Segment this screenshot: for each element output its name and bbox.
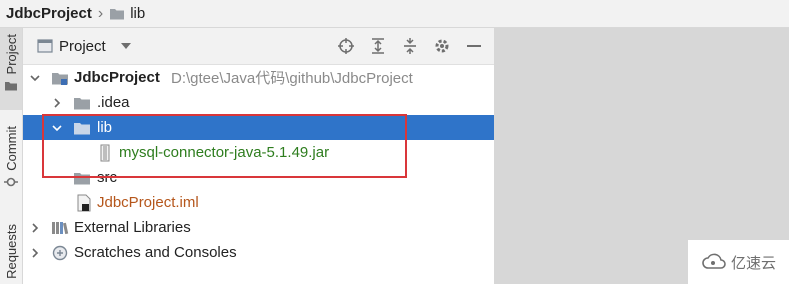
commit-icon bbox=[4, 177, 18, 187]
watermark-text: 亿速云 bbox=[730, 254, 776, 272]
project-view-selector[interactable]: Project bbox=[37, 38, 132, 55]
breadcrumb-project-label: JdbcProject bbox=[6, 5, 92, 22]
tree-iml-label: JdbcProject.iml bbox=[97, 194, 199, 211]
tree-row-scratches[interactable]: Scratches and Consoles bbox=[23, 240, 494, 265]
breadcrumb-separator: › bbox=[97, 4, 104, 22]
tool-window-bar: Project Commit Requests bbox=[0, 28, 23, 284]
tab-project[interactable]: Project bbox=[0, 28, 22, 110]
tree-row-external-libraries[interactable]: External Libraries bbox=[23, 215, 494, 240]
folder-icon bbox=[110, 8, 125, 19]
folder-icon bbox=[5, 82, 17, 91]
project-view-label: Project bbox=[59, 37, 106, 55]
cloud-logo-icon bbox=[702, 253, 726, 269]
project-view-icon bbox=[37, 39, 53, 53]
project-panel: Project JdbcProject D:\gtee\Java代码\githu… bbox=[23, 28, 494, 284]
breadcrumb-project[interactable]: JdbcProject bbox=[6, 5, 92, 22]
folder-icon bbox=[73, 170, 91, 186]
tree-row-root[interactable]: JdbcProject D:\gtee\Java代码\github\JdbcPr… bbox=[23, 65, 494, 90]
collapse-all-icon[interactable] bbox=[400, 36, 420, 56]
tree-external-libraries-label: External Libraries bbox=[74, 219, 191, 236]
library-icon bbox=[51, 220, 69, 236]
chevron-down-icon bbox=[120, 43, 131, 49]
tab-requests-label: Requests bbox=[3, 224, 19, 279]
folder-icon bbox=[73, 95, 91, 111]
tree-row-jar[interactable]: mysql-connector-java-5.1.49.jar bbox=[23, 140, 494, 165]
tree-root-path: D:\gtee\Java代码\github\JdbcProject bbox=[171, 70, 413, 87]
chevron-right-icon[interactable] bbox=[29, 222, 41, 234]
tree-lib-label: lib bbox=[97, 119, 113, 136]
project-toolbar: Project bbox=[23, 28, 494, 65]
iml-file-icon bbox=[77, 194, 91, 211]
tree-scratches-label: Scratches and Consoles bbox=[74, 244, 237, 261]
watermark-logo: 亿速云 bbox=[688, 240, 789, 284]
crosshair-icon[interactable] bbox=[336, 36, 356, 56]
jar-icon bbox=[99, 144, 111, 161]
tree-jar-label: mysql-connector-java-5.1.49.jar bbox=[119, 144, 330, 161]
breadcrumb-folder-label: lib bbox=[130, 5, 146, 22]
tree-root-name: JdbcProject bbox=[74, 69, 160, 86]
tree-row-idea[interactable]: .idea bbox=[23, 90, 494, 115]
folder-icon bbox=[73, 120, 91, 136]
tree-idea-label: .idea bbox=[97, 94, 130, 111]
chevron-right-icon[interactable] bbox=[29, 247, 41, 259]
tree-src-label: src bbox=[97, 169, 117, 186]
chevron-right-icon[interactable] bbox=[51, 97, 63, 109]
tab-project-label: Project bbox=[3, 34, 19, 75]
tab-commit-label: Commit bbox=[3, 126, 19, 171]
breadcrumb-folder[interactable]: lib bbox=[109, 5, 145, 22]
minimize-icon[interactable] bbox=[464, 36, 484, 56]
tab-commit[interactable]: Commit bbox=[0, 126, 22, 206]
tree-row-src[interactable]: src bbox=[23, 165, 494, 190]
scratches-icon bbox=[51, 245, 69, 261]
tree-row-lib[interactable]: lib bbox=[23, 115, 494, 140]
module-folder-icon bbox=[51, 70, 69, 86]
chevron-down-icon[interactable] bbox=[29, 72, 41, 84]
tree-row-iml[interactable]: JdbcProject.iml bbox=[23, 190, 494, 215]
expand-all-icon[interactable] bbox=[368, 36, 388, 56]
chevron-down-icon[interactable] bbox=[51, 122, 63, 134]
gear-icon[interactable] bbox=[432, 36, 452, 56]
breadcrumb: JdbcProject › lib bbox=[0, 0, 789, 28]
tab-requests[interactable]: Requests bbox=[0, 224, 22, 284]
